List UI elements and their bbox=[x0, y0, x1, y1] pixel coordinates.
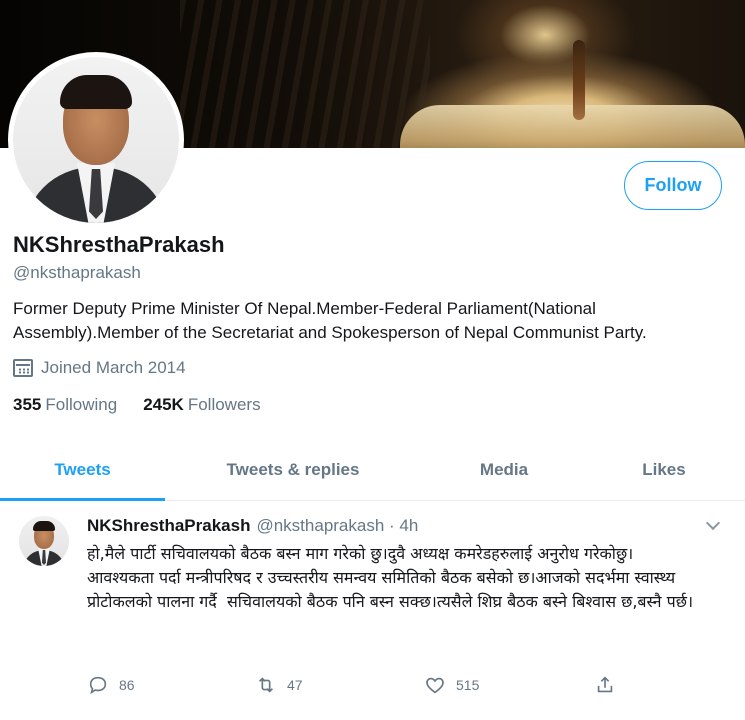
tab-likes[interactable]: Likes bbox=[620, 440, 708, 500]
retweet-count: 47 bbox=[287, 677, 303, 693]
tweet-actions: 86 47 515 bbox=[87, 674, 627, 700]
retweet-icon bbox=[258, 677, 274, 693]
following-link[interactable]: 355 Following bbox=[13, 395, 117, 415]
heart-icon bbox=[426, 677, 444, 694]
reply-icon bbox=[89, 676, 107, 695]
followers-label: Followers bbox=[187, 395, 261, 414]
calendar-icon bbox=[13, 359, 33, 377]
profile-bio: Former Deputy Prime Minister Of Nepal.Me… bbox=[13, 299, 647, 342]
avatar-hair bbox=[33, 521, 55, 531]
retweet-button[interactable]: 47 bbox=[255, 674, 303, 696]
chevron-down-icon[interactable] bbox=[706, 518, 720, 532]
profile-avatar[interactable] bbox=[8, 52, 184, 228]
avatar-photo bbox=[13, 57, 179, 223]
share-button[interactable] bbox=[594, 674, 616, 696]
avatar-hair bbox=[60, 75, 132, 109]
profile-display-name: NKShresthaPrakash bbox=[13, 232, 225, 257]
tweet[interactable]: NKShresthaPrakash @nksthaprakash · 4h हो… bbox=[0, 502, 745, 720]
following-label: Following bbox=[45, 395, 118, 414]
tab-tweets[interactable]: Tweets bbox=[0, 440, 165, 501]
tab-tweets-replies[interactable]: Tweets & replies bbox=[200, 440, 386, 500]
tweet-header: NKShresthaPrakash @nksthaprakash · 4h bbox=[87, 516, 418, 536]
following-count: 355 bbox=[13, 395, 42, 414]
tab-media[interactable]: Media bbox=[450, 440, 558, 500]
banner-candle-wick bbox=[573, 40, 585, 120]
like-count: 515 bbox=[456, 677, 480, 693]
reply-button[interactable]: 86 bbox=[87, 674, 135, 696]
share-icon bbox=[597, 676, 613, 693]
profile-handle: @nksthaprakash bbox=[13, 263, 141, 282]
banner-texture bbox=[180, 0, 430, 148]
follow-button[interactable]: Follow bbox=[624, 161, 722, 210]
tweet-avatar[interactable] bbox=[19, 516, 69, 566]
followers-link[interactable]: 245K Followers bbox=[143, 395, 260, 415]
profile-stats: 355 Following 245K Followers bbox=[13, 395, 261, 415]
tweet-author-name[interactable]: NKShresthaPrakash bbox=[87, 516, 250, 536]
like-button[interactable]: 515 bbox=[424, 674, 479, 696]
reply-count: 86 bbox=[119, 677, 135, 693]
tweet-author-meta: @nksthaprakash · 4h bbox=[256, 516, 419, 535]
followers-count: 245K bbox=[143, 395, 184, 414]
joined-text: Joined March 2014 bbox=[41, 358, 186, 377]
tweet-text: हो,मैले पार्टी सचिवालयको बैठक बस्न माग ग… bbox=[87, 544, 694, 611]
joined-date: Joined March 2014 bbox=[13, 358, 186, 378]
profile-tabs: Tweets Tweets & replies Media Likes bbox=[0, 440, 745, 501]
